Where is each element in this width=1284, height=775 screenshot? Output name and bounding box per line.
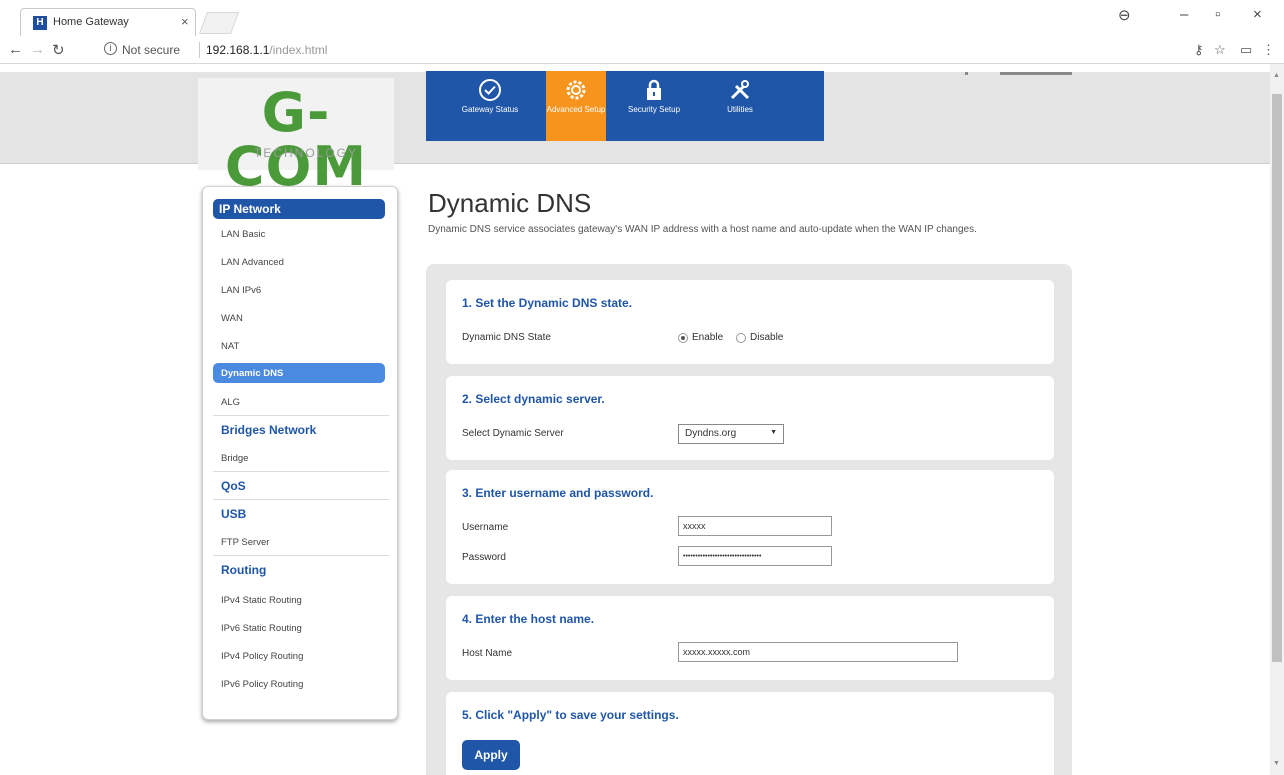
sidebar-divider [213,499,389,500]
sidebar-divider [213,471,389,472]
page-title: Dynamic DNS [428,188,592,218]
logo-subtitle: TECHNOLOGY [254,146,359,160]
sidebar-divider [213,415,389,416]
ddns-state-card: 1. Set the Dynamic DNS state. Dynamic DN… [446,280,1054,364]
url-text: 192.168.1.1/index.html [206,43,328,57]
scroll-thumb[interactable] [1272,94,1282,662]
password-input[interactable]: •••••••••••••••••••••••••••••••• [678,546,832,566]
sidebar-item-lan-basic[interactable]: LAN Basic [221,229,265,240]
sidebar-item-lan-ipv6[interactable]: LAN IPv6 [221,285,261,296]
section-title: 4. Enter the host name. [462,612,595,626]
browser-tab-bar: H Home Gateway × ⊖ – ▫ × [0,0,1284,36]
section-title: 1. Set the Dynamic DNS state. [462,296,633,310]
sidebar-section-usb[interactable]: USB [221,507,246,521]
header-decoration [965,72,968,75]
gear-icon [563,77,589,103]
sidebar-item-ipv6-static-routing[interactable]: IPv6 Static Routing [221,623,302,634]
dynamic-server-select[interactable]: Dyndns.org ▼ [678,424,784,444]
sidebar: IP Network LAN Basic LAN Advanced LAN IP… [202,186,398,720]
gcom-logo: G-COM TECHNOLOGY [198,78,394,194]
cast-icon[interactable]: ▭ [1240,42,1252,58]
check-circle-icon [477,77,503,103]
nav-gateway-status[interactable]: Gateway Status [460,71,520,141]
lock-icon [641,77,667,103]
host-name-card: 4. Enter the host name. Host Name xxxxx.… [446,596,1054,680]
vertical-scrollbar[interactable]: ▲ ▼ [1270,64,1284,775]
section-title: 2. Select dynamic server. [462,392,605,406]
sidebar-item-ipv6-policy-routing[interactable]: IPv6 Policy Routing [221,679,303,690]
profile-icon[interactable]: ⊖ [1118,6,1131,24]
sidebar-section-bridges[interactable]: Bridges Network [221,423,316,437]
browser-tab[interactable]: H Home Gateway × [20,8,196,36]
top-navigation: Gateway Status Advanced Setup Security S… [426,71,824,141]
sidebar-item-ftp-server[interactable]: FTP Server [221,537,269,548]
enable-radio[interactable] [678,333,688,343]
section-title: 3. Enter username and password. [462,486,654,500]
enable-label: Enable [692,332,724,343]
scroll-up-icon[interactable]: ▲ [1273,72,1280,79]
apply-card: 5. Click "Apply" to save your settings. … [446,692,1054,775]
credentials-card: 3. Enter username and password. Username… [446,470,1054,584]
sidebar-section-ip-network[interactable]: IP Network [213,199,385,219]
security-status: Not secure [122,43,181,57]
sidebar-item-dynamic-dns[interactable]: Dynamic DNS [213,363,385,383]
disable-label: Disable [750,332,784,343]
password-label: Password [462,552,506,563]
sidebar-item-bridge[interactable]: Bridge [221,453,248,464]
sidebar-item-ipv4-policy-routing[interactable]: IPv4 Policy Routing [221,651,303,662]
tab-close-icon[interactable]: × [181,14,189,29]
host-name-label: Host Name [462,648,513,659]
tab-title: Home Gateway [53,16,129,28]
menu-kebab-icon[interactable]: ⋮ [1262,42,1275,58]
info-icon[interactable]: i [104,42,117,55]
maximize-icon[interactable]: ▫ [1215,6,1220,23]
header-decoration [1000,72,1072,75]
sidebar-item-lan-advanced[interactable]: LAN Advanced [221,257,284,268]
bookmark-star-icon[interactable]: ☆ [1214,42,1226,58]
settings-panel: 1. Set the Dynamic DNS state. Dynamic DN… [426,264,1072,775]
sidebar-item-nat[interactable]: NAT [221,341,239,352]
sidebar-divider [213,555,389,556]
minimize-icon[interactable]: – [1180,6,1188,23]
router-page: G-COM TECHNOLOGY Gateway Status Advanced… [0,64,1270,775]
tools-icon [727,77,753,103]
logo-text: G-COM [224,81,368,198]
sidebar-section-qos[interactable]: QoS [221,479,246,493]
sidebar-section-routing[interactable]: Routing [221,563,266,577]
address-bar: ← → ↻ i Not secure 192.168.1.1/index.htm… [0,36,1284,64]
reload-icon[interactable]: ↻ [52,41,65,59]
sidebar-item-ipv4-static-routing[interactable]: IPv4 Static Routing [221,595,302,606]
new-tab-button[interactable] [198,12,240,34]
page-description: Dynamic DNS service associates gateway's… [428,224,977,235]
nav-security-setup[interactable]: Security Setup [624,71,684,141]
nav-advanced-setup[interactable]: Advanced Setup [546,71,606,141]
close-window-icon[interactable]: × [1253,6,1262,23]
section-title: 5. Click "Apply" to save your settings. [462,708,679,722]
key-icon[interactable]: ⚷ [1194,42,1204,58]
scroll-down-icon[interactable]: ▼ [1273,760,1280,767]
host-name-input[interactable]: xxxxx.xxxxx.com [678,642,958,662]
nav-utilities[interactable]: Utilities [710,71,770,141]
username-input[interactable]: xxxxx [678,516,832,536]
favicon-icon: H [33,16,47,30]
disable-radio[interactable] [736,333,746,343]
dynamic-server-card: 2. Select dynamic server. Select Dynamic… [446,376,1054,460]
url-input[interactable]: i Not secure 192.168.1.1/index.html ⚷ ☆ … [98,40,1275,60]
omnibox-divider [199,42,200,58]
ddns-state-label: Dynamic DNS State [462,332,551,343]
forward-icon[interactable]: → [30,41,45,58]
apply-button[interactable]: Apply [462,740,520,770]
server-label: Select Dynamic Server [462,428,564,439]
username-label: Username [462,522,509,533]
sidebar-item-alg[interactable]: ALG [221,397,240,408]
sidebar-item-wan[interactable]: WAN [221,313,243,324]
back-icon[interactable]: ← [8,41,23,58]
chevron-down-icon: ▼ [770,429,777,436]
